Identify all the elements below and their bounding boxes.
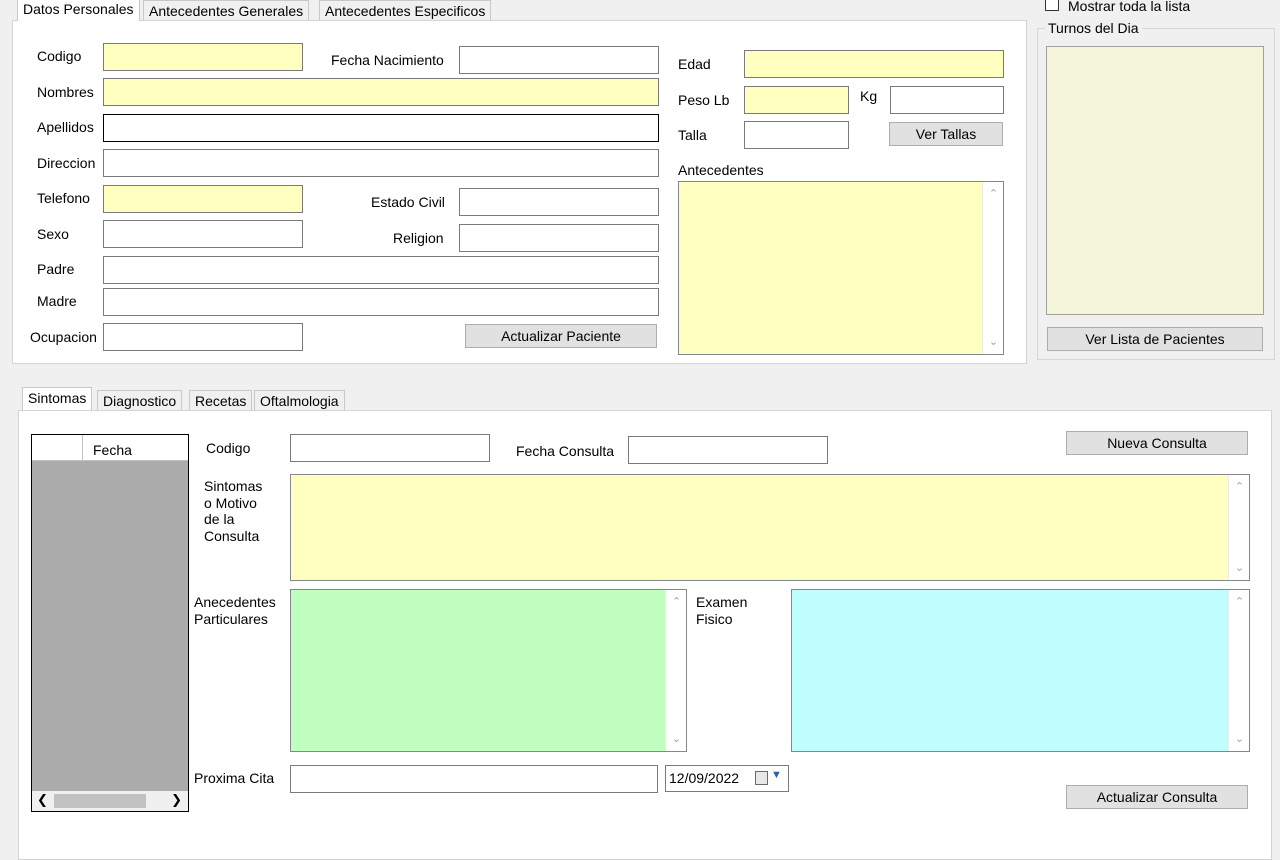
kg-label: Kg bbox=[860, 88, 878, 104]
ver-tallas-button[interactable]: Ver Tallas bbox=[889, 122, 1003, 146]
peso-lb-input[interactable] bbox=[744, 86, 849, 114]
examen-scrollbar[interactable]: ⌃ ⌄ bbox=[1228, 590, 1249, 751]
consulta-codigo-input[interactable] bbox=[290, 434, 490, 462]
tab-oftalmologia[interactable]: Oftalmologia bbox=[254, 390, 345, 412]
tab-antecedentes-generales[interactable]: Antecedentes Generales bbox=[143, 0, 310, 22]
edad-label: Edad bbox=[678, 56, 711, 72]
grid-header-divider bbox=[82, 435, 83, 461]
sexo-label: Sexo bbox=[37, 226, 69, 242]
scroll-right-icon[interactable]: ❯ bbox=[171, 792, 182, 808]
nueva-consulta-button[interactable]: Nueva Consulta bbox=[1066, 431, 1248, 455]
turnos-list[interactable] bbox=[1046, 46, 1264, 315]
tab-diagnostico[interactable]: Diagnostico bbox=[97, 390, 183, 412]
antecedentes-textarea[interactable]: ⌃ ⌄ bbox=[678, 181, 1004, 355]
scroll-left-icon[interactable]: ❮ bbox=[37, 792, 48, 808]
anecedentes-label-line: Particulares bbox=[194, 610, 268, 627]
religion-input[interactable] bbox=[459, 224, 659, 252]
sintomas-label-line: de la bbox=[204, 511, 235, 527]
nombres-input[interactable] bbox=[103, 78, 659, 106]
telefono-input[interactable] bbox=[103, 185, 303, 213]
peso-lb-label: Peso Lb bbox=[678, 92, 730, 108]
proxima-cita-date-picker[interactable]: 12/09/2022 ▼ bbox=[665, 765, 789, 792]
scroll-up-icon[interactable]: ⌃ bbox=[1229, 593, 1250, 611]
sintomas-label-line: Sintomas bbox=[204, 478, 263, 494]
examen-fisico-label: Examen Fisico bbox=[696, 594, 747, 627]
fecha-consulta-input[interactable] bbox=[628, 436, 828, 464]
scroll-down-icon[interactable]: ⌄ bbox=[983, 333, 1004, 351]
actualizar-paciente-button[interactable]: Actualizar Paciente bbox=[465, 324, 657, 348]
direccion-label: Direccion bbox=[37, 155, 96, 171]
scroll-up-icon[interactable]: ⌃ bbox=[666, 593, 687, 611]
religion-label: Religion bbox=[393, 230, 444, 246]
apellidos-label: Apellidos bbox=[37, 119, 94, 135]
tab-recetas[interactable]: Recetas bbox=[189, 390, 253, 412]
talla-label: Talla bbox=[678, 127, 707, 143]
talla-input[interactable] bbox=[744, 121, 849, 149]
ver-lista-pacientes-button[interactable]: Ver Lista de Pacientes bbox=[1047, 327, 1263, 351]
madre-input[interactable] bbox=[103, 288, 659, 316]
kg-input[interactable] bbox=[890, 86, 1004, 114]
mostrar-toda-lista-checkbox[interactable] bbox=[1045, 0, 1059, 11]
scroll-thumb[interactable] bbox=[54, 794, 146, 808]
turnos-del-dia-label: Turnos del Dia bbox=[1045, 19, 1142, 37]
consultas-grid[interactable]: Fecha ❮ ❯ bbox=[31, 434, 189, 812]
grid-header-fecha[interactable]: Fecha bbox=[93, 441, 132, 459]
sintomas-scrollbar[interactable]: ⌃ ⌄ bbox=[1228, 475, 1249, 580]
examen-fisico-textarea[interactable]: ⌃ ⌄ bbox=[791, 589, 1250, 752]
sintomas-label-line: o Motivo bbox=[204, 494, 257, 511]
anecedentes-particulares-label: Anecedentes Particulares bbox=[194, 594, 276, 627]
calendar-icon[interactable] bbox=[755, 771, 768, 785]
nombres-label: Nombres bbox=[37, 84, 94, 100]
direccion-input[interactable] bbox=[103, 149, 659, 177]
actualizar-consulta-button[interactable]: Actualizar Consulta bbox=[1066, 785, 1248, 809]
examen-label-line: Fisico bbox=[696, 610, 733, 627]
codigo-label: Codigo bbox=[37, 48, 82, 64]
scroll-up-icon[interactable]: ⌃ bbox=[1229, 478, 1250, 496]
tab-antecedentes-especificos[interactable]: Antecedentes Especificos bbox=[319, 0, 492, 22]
date-value: 12/09/2022 bbox=[669, 770, 740, 786]
padre-label: Padre bbox=[37, 261, 75, 277]
scroll-down-icon[interactable]: ⌄ bbox=[1229, 559, 1250, 577]
tab-sintomas[interactable]: Sintomas bbox=[22, 387, 93, 410]
apellidos-input[interactable] bbox=[103, 114, 659, 142]
dropdown-arrow-icon[interactable]: ▼ bbox=[771, 769, 782, 781]
tab-datos-personales[interactable]: Datos Personales bbox=[17, 0, 140, 21]
ocupacion-label: Ocupacion bbox=[30, 329, 97, 345]
sintomas-label-line: Consulta bbox=[204, 527, 260, 544]
anecedentes-label-line: Anecedentes bbox=[194, 594, 276, 610]
grid-header: Fecha bbox=[32, 435, 188, 461]
antecedentes-scrollbar[interactable]: ⌃ ⌄ bbox=[982, 182, 1003, 354]
mostrar-toda-lista-label: Mostrar toda la lista bbox=[1068, 0, 1191, 14]
sintomas-textarea[interactable]: ⌃ ⌄ bbox=[290, 474, 1250, 581]
anecedentes-particulares-textarea[interactable]: ⌃ ⌄ bbox=[290, 589, 687, 752]
ocupacion-input[interactable] bbox=[103, 323, 303, 351]
consulta-codigo-label: Codigo bbox=[206, 440, 251, 456]
scroll-down-icon[interactable]: ⌄ bbox=[666, 730, 687, 748]
codigo-input[interactable] bbox=[103, 43, 303, 71]
antecedentes-label: Antecedentes bbox=[678, 162, 764, 178]
examen-label-line: Examen bbox=[696, 594, 748, 610]
fecha-nacimiento-input[interactable] bbox=[459, 46, 659, 74]
scroll-down-icon[interactable]: ⌄ bbox=[1229, 730, 1250, 748]
edad-input[interactable] bbox=[744, 50, 1004, 78]
fecha-nacimiento-label: Fecha Nacimiento bbox=[331, 52, 444, 68]
grid-horizontal-scrollbar[interactable]: ❮ ❯ bbox=[32, 791, 188, 811]
scroll-up-icon[interactable]: ⌃ bbox=[983, 185, 1004, 203]
estado-civil-input[interactable] bbox=[459, 188, 659, 216]
proxima-cita-input[interactable] bbox=[290, 765, 658, 793]
estado-civil-label: Estado Civil bbox=[371, 194, 445, 210]
fecha-consulta-label: Fecha Consulta bbox=[516, 443, 615, 459]
madre-label: Madre bbox=[37, 293, 77, 309]
anecedentes-scrollbar[interactable]: ⌃ ⌄ bbox=[665, 590, 686, 751]
proxima-cita-label: Proxima Cita bbox=[194, 770, 275, 786]
sexo-input[interactable] bbox=[103, 220, 303, 248]
telefono-label: Telefono bbox=[37, 190, 90, 206]
sintomas-label: Sintomas o Motivo de la Consulta bbox=[204, 478, 262, 544]
padre-input[interactable] bbox=[103, 256, 659, 284]
